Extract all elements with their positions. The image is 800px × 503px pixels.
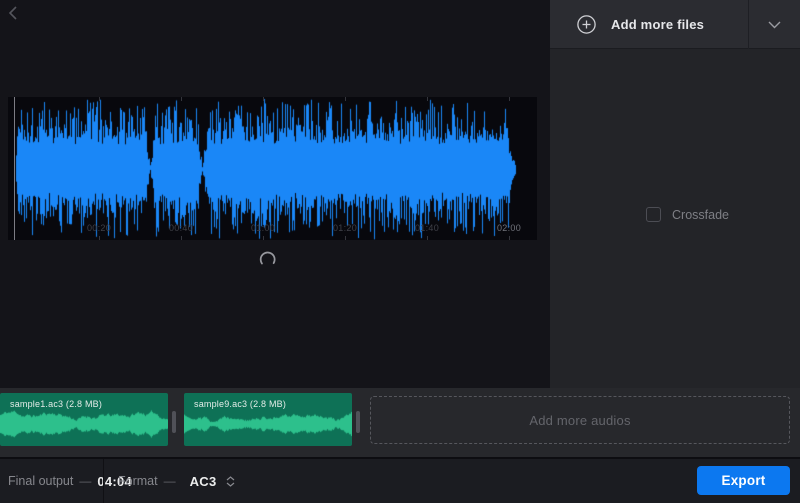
time-tick — [263, 97, 264, 101]
format-label: Format — [118, 474, 158, 488]
add-more-audios-button[interactable]: Add more audios — [370, 396, 790, 444]
time-tick — [427, 236, 428, 240]
time-tick — [345, 97, 346, 101]
back-button[interactable] — [3, 3, 23, 23]
crossfade-checkbox[interactable] — [646, 207, 661, 222]
crossfade-label: Crossfade — [672, 208, 729, 222]
plus-circle-icon — [577, 14, 597, 34]
final-output-label: Final output — [8, 474, 73, 488]
audio-waveform — [8, 97, 537, 240]
add-more-audios-label: Add more audios — [529, 413, 630, 428]
format-stepper[interactable] — [226, 476, 235, 487]
bottom-bar: Final output — 04:04 Format — AC3 Export — [0, 457, 800, 503]
time-label: 01:40 — [415, 223, 439, 233]
clip-filename: sample1.ac3 (2.8 MB) — [10, 399, 102, 409]
time-label: 00:40 — [169, 223, 193, 233]
chevron-down-icon — [226, 482, 235, 487]
right-panel: Add more files Crossfade — [550, 0, 800, 388]
time-tick — [509, 236, 510, 240]
audio-clip-2[interactable]: sample9.ac3 (2.8 MB) — [184, 393, 352, 446]
format-group: Format — AC3 — [118, 459, 235, 503]
add-more-files-label: Add more files — [611, 17, 704, 32]
waveform-panel[interactable]: 00:20 00:40 01:00 01:20 01:40 02:00 — [8, 97, 537, 240]
time-tick — [99, 236, 100, 240]
time-tick — [181, 236, 182, 240]
time-tick — [427, 97, 428, 101]
clip-filename: sample9.ac3 (2.8 MB) — [194, 399, 286, 409]
time-label: 01:20 — [333, 223, 357, 233]
time-label: 02:00 — [497, 223, 521, 233]
time-label: 01:00 — [251, 223, 275, 233]
back-chevron-icon — [8, 5, 18, 21]
time-tick — [99, 97, 100, 101]
time-label: 00:20 — [87, 223, 111, 233]
clip-drag-handle[interactable] — [356, 411, 360, 433]
timeline-track-strip: sample1.ac3 (2.8 MB) sample9.ac3 (2.8 MB… — [0, 388, 800, 457]
time-tick — [509, 97, 510, 101]
audio-clip-1[interactable]: sample1.ac3 (2.8 MB) — [0, 393, 168, 446]
bottom-bar-divider — [103, 459, 104, 503]
time-tick — [181, 97, 182, 101]
dash-separator: — — [79, 474, 91, 488]
format-value: AC3 — [190, 474, 217, 489]
playhead[interactable] — [14, 97, 15, 240]
time-tick — [345, 236, 346, 240]
clip-drag-handle[interactable] — [172, 411, 176, 433]
add-files-dropdown-button[interactable] — [748, 0, 800, 49]
chevron-up-icon — [226, 476, 235, 481]
final-output-group: Final output — 04:04 — [8, 459, 132, 503]
crossfade-option[interactable]: Crossfade — [646, 207, 729, 222]
loading-spinner-icon — [258, 250, 278, 270]
export-button[interactable]: Export — [697, 466, 790, 495]
dash-separator: — — [164, 474, 176, 488]
time-tick — [263, 236, 264, 240]
chevron-down-icon — [768, 21, 781, 29]
